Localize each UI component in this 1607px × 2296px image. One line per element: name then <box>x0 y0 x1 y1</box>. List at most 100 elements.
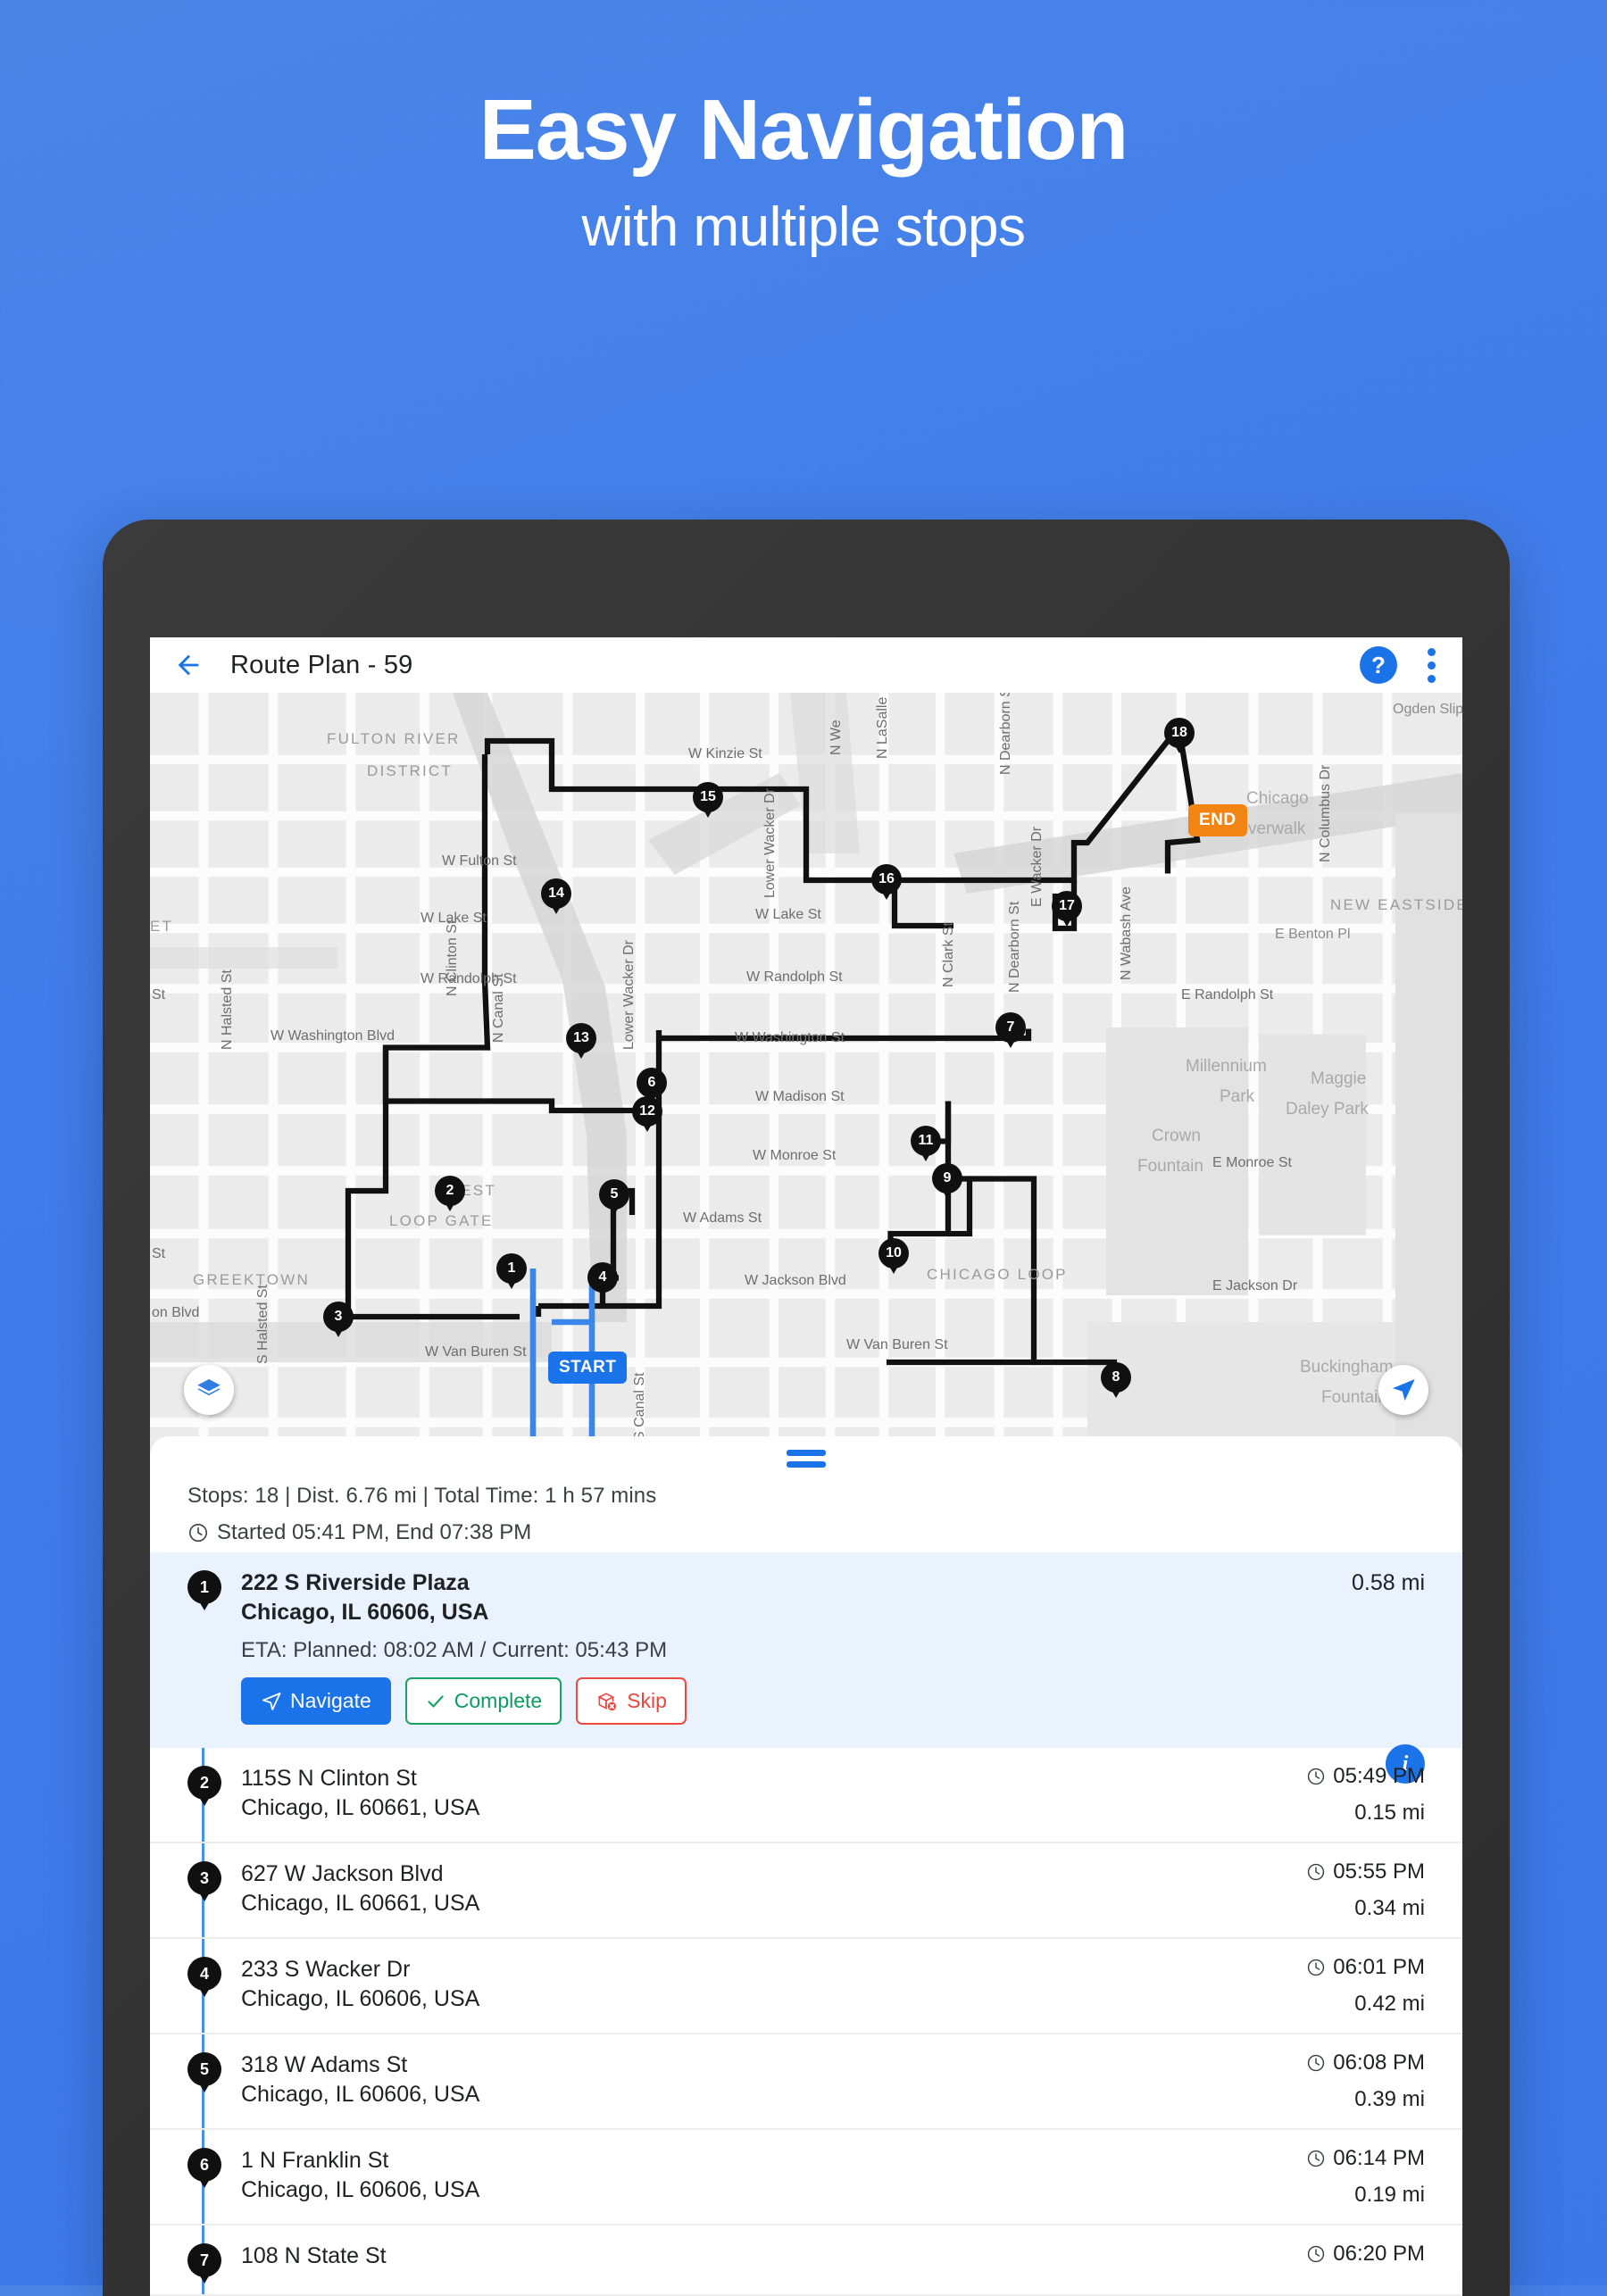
stop-meta: 06:01 PM 0.42 mi <box>1255 1955 1425 2017</box>
stop-meta: 05:49 PM 0.15 mi <box>1255 1764 1425 1826</box>
list-item[interactable]: 3 627 W Jackson Blvd Chicago, IL 60661, … <box>150 1843 1462 1939</box>
route-map[interactable]: FULTON RIVER DISTRICT W Kinzie St W Fult… <box>150 693 1462 1456</box>
stop-address-line2: Chicago, IL 60606, USA <box>241 2177 480 2202</box>
map-marker-13[interactable]: 13 <box>566 1023 596 1053</box>
list-item[interactable]: 5 318 W Adams St Chicago, IL 60606, USA … <box>150 2034 1462 2130</box>
help-icon[interactable]: ? <box>1360 646 1397 684</box>
stop-distance: 0.15 mi <box>1354 1801 1425 1825</box>
sheet-drag-handle[interactable] <box>150 1436 1462 1468</box>
stop-address-line2: Chicago, IL 60606, USA <box>241 2082 480 2107</box>
stop-actions: Navigate Complete Skip <box>241 1677 1255 1725</box>
navigate-button[interactable]: Navigate <box>241 1677 391 1725</box>
stop-distance: 0.39 mi <box>1354 2087 1425 2111</box>
list-item[interactable]: 1 222 S Riverside Plaza Chicago, IL 6060… <box>150 1552 1462 1784</box>
clock-icon <box>1308 2054 1325 2072</box>
navigation-arrow-icon[interactable] <box>1378 1365 1428 1415</box>
stop-time: 06:08 PM <box>1333 2051 1425 2075</box>
list-item[interactable]: 4 233 S Wacker Dr Chicago, IL 60606, USA… <box>150 1939 1462 2034</box>
clock-icon <box>1308 2245 1325 2263</box>
stop-time-row: 05:49 PM <box>1255 1764 1425 1789</box>
map-marker-2[interactable]: 2 <box>435 1176 465 1206</box>
stop-pin: 4 <box>187 1957 221 1991</box>
device-screen: Route Plan - 59 ? FULTON RIVER DISTRICT … <box>150 637 1462 2296</box>
map-marker-3[interactable]: 3 <box>323 1302 354 1332</box>
clock-icon <box>1308 2150 1325 2167</box>
stop-pin: 3 <box>187 1861 221 1895</box>
stop-address-line1: 627 W Jackson Blvd <box>241 1861 444 1886</box>
map-marker-15[interactable]: 15 <box>693 782 723 812</box>
stop-details: 233 S Wacker Dr Chicago, IL 60606, USA <box>241 1955 1255 2017</box>
stop-time: 06:20 PM <box>1333 2242 1425 2266</box>
map-marker-8[interactable]: 8 <box>1101 1362 1131 1393</box>
stop-meta: 05:55 PM 0.34 mi <box>1255 1859 1425 1921</box>
stop-time-row: 06:08 PM <box>1255 2051 1425 2076</box>
promo-headline: Easy Navigation <box>479 82 1129 178</box>
map-marker-4[interactable]: 4 <box>587 1262 618 1293</box>
stop-address-line2: Chicago, IL 60661, USA <box>241 1795 480 1820</box>
navigate-arrow-icon <box>262 1692 281 1710</box>
stop-meta: 0.58 mi i <box>1255 1568 1425 1784</box>
clock-icon <box>1308 1768 1325 1785</box>
map-marker-14[interactable]: 14 <box>541 878 571 909</box>
clock-icon <box>1308 1959 1325 1976</box>
overflow-menu-icon[interactable] <box>1424 645 1439 686</box>
stop-address-line1: 1 N Franklin St <box>241 2148 389 2173</box>
stop-pin: 5 <box>187 2052 221 2086</box>
stop-address-line1: 318 W Adams St <box>241 2052 408 2077</box>
stop-address-line1: 233 S Wacker Dr <box>241 1957 411 1982</box>
route-times-row: Started 05:41 PM, End 07:38 PM <box>187 1520 1425 1545</box>
map-marker-10[interactable]: 10 <box>878 1238 909 1269</box>
stop-details: 318 W Adams St Chicago, IL 60606, USA <box>241 2051 1255 2112</box>
stop-time-row: 06:01 PM <box>1255 1955 1425 1980</box>
start-badge[interactable]: START <box>548 1352 628 1384</box>
stop-meta: 06:08 PM 0.39 mi <box>1255 2051 1425 2112</box>
stop-meta: 06:14 PM 0.19 mi <box>1255 2146 1425 2208</box>
layers-icon[interactable] <box>184 1365 234 1415</box>
map-marker-7[interactable]: 7 <box>995 1012 1026 1043</box>
stop-time: 05:49 PM <box>1333 1764 1425 1788</box>
map-marker-18[interactable]: 18 <box>1164 718 1195 748</box>
map-marker-9[interactable]: 9 <box>932 1163 962 1194</box>
stop-list: 1 222 S Riverside Plaza Chicago, IL 6060… <box>150 1552 1462 2296</box>
route-stats: Stops: 18 | Dist. 6.76 mi | Total Time: … <box>187 1484 657 1508</box>
stop-distance: 0.34 mi <box>1354 1896 1425 1920</box>
stop-eta: ETA: Planned: 08:02 AM / Current: 05:43 … <box>241 1638 668 1662</box>
map-marker-6[interactable]: 6 <box>637 1068 667 1098</box>
map-marker-11[interactable]: 11 <box>911 1126 941 1156</box>
package-skip-icon <box>597 1692 617 1710</box>
promo-subhead: with multiple stops <box>581 195 1026 258</box>
list-item[interactable]: 7 108 N State St 06:20 PM <box>150 2225 1462 2296</box>
map-marker-16[interactable]: 16 <box>871 864 902 894</box>
route-summary: Stops: 18 | Dist. 6.76 mi | Total Time: … <box>150 1468 1462 1552</box>
stop-time: 05:55 PM <box>1333 1859 1425 1884</box>
complete-button[interactable]: Complete <box>404 1677 562 1725</box>
stop-address-line1: 115S N Clinton St <box>241 1766 417 1791</box>
list-item[interactable]: 6 1 N Franklin St Chicago, IL 60606, USA… <box>150 2130 1462 2225</box>
stop-details: 222 S Riverside Plaza Chicago, IL 60606,… <box>241 1568 1255 1725</box>
stop-address-line1: 222 S Riverside Plaza <box>241 1570 470 1595</box>
stop-time-row: 06:20 PM <box>1255 2242 1425 2267</box>
complete-label: Complete <box>454 1689 543 1712</box>
stop-details: 108 N State St <box>241 2242 1255 2278</box>
stop-distance: 0.42 mi <box>1354 1992 1425 2016</box>
skip-button[interactable]: Skip <box>576 1677 687 1725</box>
stop-address-line2: Chicago, IL 60606, USA <box>241 1600 489 1625</box>
arrow-left-icon[interactable] <box>173 650 204 680</box>
tablet-frame: Route Plan - 59 ? FULTON RIVER DISTRICT … <box>103 520 1510 2296</box>
bottom-sheet: Stops: 18 | Dist. 6.76 mi | Total Time: … <box>150 1436 1462 2296</box>
stop-address-line2: Chicago, IL 60606, USA <box>241 1986 480 2011</box>
map-marker-1[interactable]: 1 <box>496 1253 527 1284</box>
stop-address-line2: Chicago, IL 60661, USA <box>241 1891 480 1916</box>
map-marker-12[interactable]: 12 <box>632 1096 662 1127</box>
stop-pin: 1 <box>187 1570 221 1604</box>
stop-pin: 6 <box>187 2148 221 2182</box>
check-icon <box>428 1694 444 1708</box>
stop-address-line1: 108 N State St <box>241 2243 387 2268</box>
clock-icon <box>189 1524 207 1542</box>
map-marker-5[interactable]: 5 <box>599 1179 629 1210</box>
list-item[interactable]: 2 115S N Clinton St Chicago, IL 60661, U… <box>150 1748 1462 1843</box>
end-badge[interactable]: END <box>1188 804 1247 836</box>
stop-details: 115S N Clinton St Chicago, IL 60661, USA <box>241 1764 1255 1826</box>
stop-time: 06:14 PM <box>1333 2146 1425 2170</box>
map-marker-17[interactable]: 17 <box>1052 891 1082 921</box>
